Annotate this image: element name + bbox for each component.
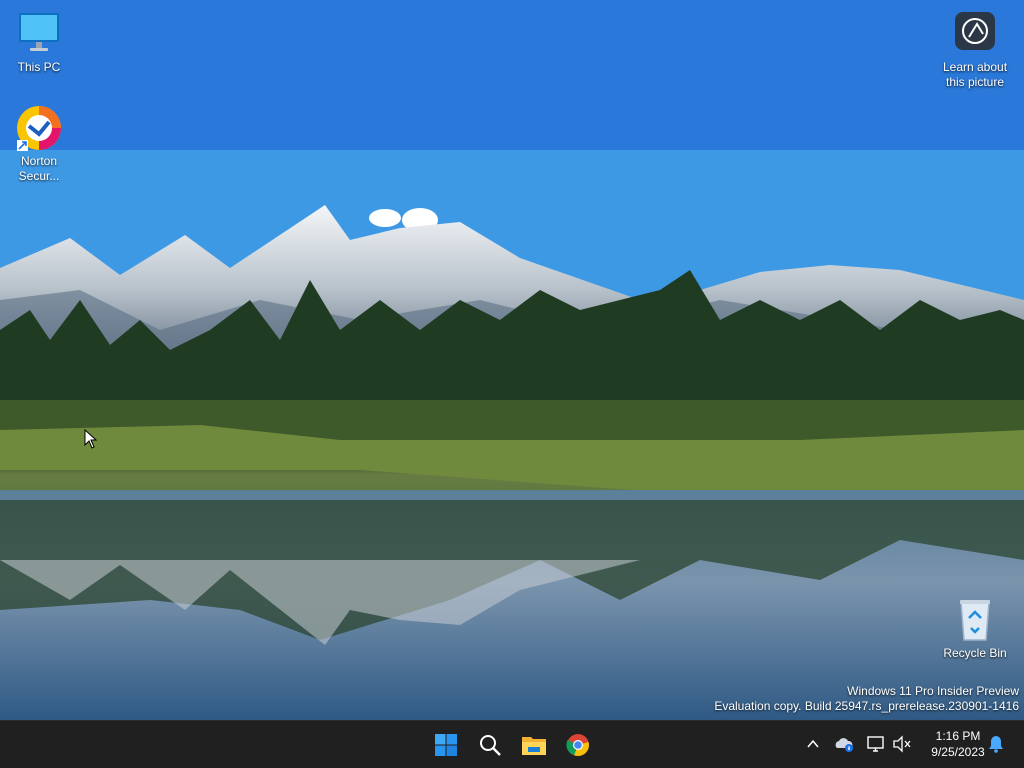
start-button[interactable]: [428, 727, 464, 763]
chevron-up-icon: [807, 739, 819, 748]
notification-button[interactable]: [985, 733, 1007, 755]
onedrive-button[interactable]: [833, 733, 855, 755]
onedrive-icon: [835, 738, 853, 752]
file-explorer-icon: [522, 737, 546, 755]
windows-evaluation-watermark: Windows 11 Pro Insider Preview Evaluatio…: [714, 684, 1019, 714]
volume-muted-icon: [893, 735, 911, 753]
recycle-bin-icon: [951, 596, 999, 644]
desktop-icon-label: Recycle Bin: [943, 646, 1007, 660]
desktop-icon-label: This PC: [17, 60, 61, 74]
start-icon: [435, 734, 457, 756]
desktop-icon-label: Norton Secur...: [18, 154, 60, 183]
camera-lens-icon: [951, 10, 999, 58]
desktop-icon-norton[interactable]: Norton Secur...: [1, 104, 77, 184]
desktop-wallpaper: This PC Norton Secur... Learn about this…: [0, 0, 1024, 720]
search-icon: [480, 735, 501, 756]
watermark-edition: Windows 11 Pro Insider Preview: [847, 684, 1019, 698]
desktop-icon-label: Learn about this picture: [942, 60, 1008, 89]
monitor-icon: [15, 10, 63, 58]
watermark-build: Evaluation copy. Build 25947.rs_prerelea…: [714, 699, 1019, 713]
volume-button[interactable]: [891, 733, 913, 755]
show-hidden-icons-button[interactable]: [802, 733, 824, 755]
notification-bell-icon: [989, 736, 1003, 753]
norton-icon: [15, 104, 63, 152]
wallpaper-scenery: [0, 0, 1024, 720]
desktop-icon-learn-about-picture[interactable]: Learn about this picture: [937, 10, 1013, 90]
desktop-icon-recycle-bin[interactable]: Recycle Bin: [937, 596, 1013, 661]
network-icon: [867, 736, 884, 752]
taskbar: 1:16 PM 9/25/2023: [0, 720, 1024, 768]
file-explorer-button[interactable]: [516, 727, 552, 763]
chrome-button[interactable]: [560, 727, 596, 763]
desktop-icon-this-pc[interactable]: This PC: [1, 10, 77, 75]
network-button[interactable]: [865, 733, 887, 755]
search-button[interactable]: [472, 727, 508, 763]
mouse-cursor-icon: [84, 429, 98, 449]
chrome-icon: [566, 734, 589, 757]
